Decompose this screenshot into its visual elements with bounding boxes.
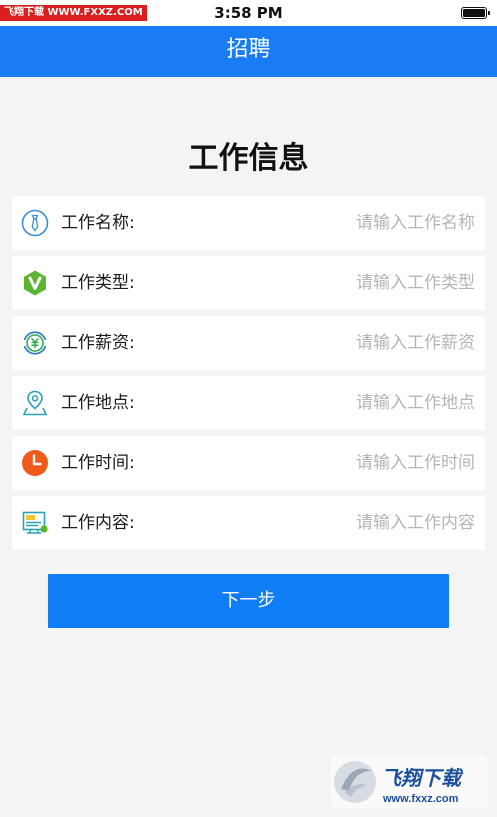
form-row-job-name[interactable]: 工作名称:: [12, 196, 485, 250]
salary-input[interactable]: [235, 328, 475, 358]
site-logo-watermark: 飞翔下载 www.fxxz.com: [331, 755, 488, 809]
job-type-input[interactable]: [235, 268, 475, 298]
form-row-content[interactable]: 工作内容:: [12, 496, 485, 550]
job-name-input[interactable]: [235, 208, 475, 238]
page-title: 工作信息: [188, 141, 309, 176]
form-row-salary[interactable]: 工作薪资:: [12, 316, 485, 370]
row-label: 工作地点:: [61, 393, 135, 413]
form-row-location[interactable]: 工作地点:: [12, 376, 485, 430]
row-label: 工作类型:: [61, 273, 135, 293]
logo-url: www.fxxz.com: [382, 793, 459, 805]
location-input[interactable]: [235, 388, 475, 418]
row-label: 工作名称:: [61, 213, 135, 233]
map-pin-icon: [22, 390, 48, 416]
tie-icon: [21, 209, 49, 237]
row-label: 工作时间:: [61, 453, 135, 473]
v-hexagon-icon: [24, 270, 46, 296]
status-bar: 飞翔下载 WWW.FXXZ.COM 3:58 PM: [0, 0, 497, 26]
logo-text: 飞翔下载: [381, 767, 464, 790]
time-input[interactable]: [235, 448, 475, 478]
clock-icon: [22, 450, 48, 476]
next-step-button[interactable]: 下一步: [48, 574, 449, 628]
row-label: 工作薪资:: [61, 333, 135, 353]
status-time: 3:58 PM: [214, 4, 283, 22]
battery-icon: [461, 7, 490, 19]
row-label: 工作内容:: [61, 513, 135, 533]
nav-bar: 招聘: [0, 26, 497, 77]
nav-title: 招聘: [226, 37, 271, 62]
yen-coin-icon: [23, 331, 47, 355]
content-input[interactable]: [235, 508, 475, 538]
form-row-time[interactable]: 工作时间:: [12, 436, 485, 490]
form-row-job-type[interactable]: 工作类型:: [12, 256, 485, 310]
document-icon: [22, 511, 48, 534]
